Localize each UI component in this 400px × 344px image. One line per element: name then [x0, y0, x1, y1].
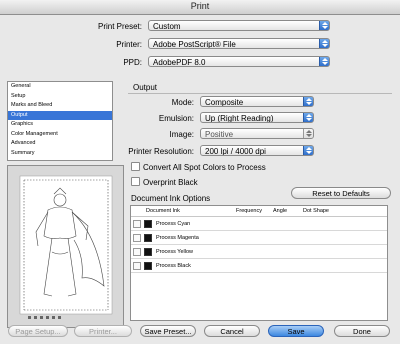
ink-name: Process Yellow [156, 249, 193, 255]
popup-arrows-icon [303, 113, 313, 122]
printer-button[interactable]: Printer... [74, 325, 132, 337]
popup-arrows-icon [319, 21, 329, 30]
ink-name: Process Black [156, 263, 191, 269]
print-preset-popup[interactable]: Custom [148, 20, 330, 31]
ink-options-title: Document Ink Options [131, 194, 211, 203]
overprint-black-label: Overprint Black [143, 178, 198, 187]
emulsion-popup[interactable]: Up (Right Reading) [200, 112, 314, 123]
printer-icon[interactable] [133, 248, 141, 256]
overprint-black-checkbox[interactable]: Overprint Black [131, 177, 198, 187]
printer-resolution-popup[interactable]: 200 lpi / 4000 dpi [200, 145, 314, 156]
image-popup[interactable]: Positive [200, 128, 314, 139]
category-item-output[interactable]: Output [8, 110, 112, 120]
done-button[interactable]: Done [334, 325, 390, 337]
ppd-value: AdobePDF 8.0 [153, 58, 206, 67]
category-item-setup[interactable]: Setup [8, 92, 112, 102]
image-label: Image: [169, 130, 194, 139]
popup-arrows-icon [319, 57, 329, 66]
checkbox-box[interactable] [131, 162, 140, 171]
emulsion-value: Up (Right Reading) [205, 114, 274, 123]
category-item-summary[interactable]: Summary [8, 149, 112, 159]
convert-spot-colors-label: Convert All Spot Colors to Process [143, 163, 266, 172]
section-divider [128, 93, 392, 94]
ink-row[interactable]: Process Cyan [131, 217, 387, 231]
column-frequency[interactable]: Frequency [236, 208, 262, 214]
checkbox-box[interactable] [131, 177, 140, 186]
printer-popup[interactable]: Adobe PostScript® File [148, 38, 330, 49]
category-list[interactable]: General Setup Marks and Bleed Output Gra… [7, 81, 113, 161]
window-title: Print [190, 1, 210, 11]
printer-resolution-value: 200 lpi / 4000 dpi [205, 147, 266, 156]
print-preset-label: Print Preset: [97, 22, 142, 31]
popup-arrows-icon [319, 39, 329, 48]
cancel-button[interactable]: Cancel [204, 325, 260, 337]
printer-icon[interactable] [133, 234, 141, 242]
ppd-label: PPD: [123, 58, 142, 67]
convert-spot-colors-checkbox[interactable]: Convert All Spot Colors to Process [131, 162, 266, 172]
printer-resolution-label: Printer Resolution: [128, 147, 194, 156]
ink-swatch-icon [144, 220, 152, 228]
reset-to-defaults-button[interactable]: Reset to Defaults [291, 187, 391, 199]
preview-page-image [19, 175, 113, 319]
ink-swatch-icon [144, 262, 152, 270]
printer-icon[interactable] [133, 220, 141, 228]
column-angle[interactable]: Angle [273, 208, 287, 214]
print-preset-value: Custom [153, 22, 181, 31]
category-item-marks-and-bleed[interactable]: Marks and Bleed [8, 101, 112, 111]
popup-arrows-icon [303, 129, 313, 138]
ink-table[interactable]: Document Ink Frequency Angle Dot Shape P… [130, 205, 388, 321]
category-item-general[interactable]: General [8, 82, 112, 92]
emulsion-label: Emulsion: [158, 114, 194, 123]
print-preview [7, 165, 124, 328]
category-item-advanced[interactable]: Advanced [8, 139, 112, 149]
mode-value: Composite [205, 98, 244, 107]
printer-icon[interactable] [133, 262, 141, 270]
window-titlebar: Print [0, 0, 400, 15]
mode-popup[interactable]: Composite [200, 96, 314, 107]
ink-row[interactable]: Process Black [131, 259, 387, 273]
ppd-popup[interactable]: AdobePDF 8.0 [148, 56, 330, 67]
printer-label: Printer: [116, 40, 142, 49]
image-value: Positive [205, 130, 234, 139]
section-title: Output [133, 83, 158, 92]
ink-swatch-icon [144, 234, 152, 242]
ink-name: Process Magenta [156, 235, 199, 241]
ink-row[interactable]: Process Yellow [131, 245, 387, 259]
popup-arrows-icon [303, 97, 313, 106]
save-preset-button[interactable]: Save Preset... [140, 325, 196, 337]
column-dot-shape[interactable]: Dot Shape [303, 208, 329, 214]
column-ink[interactable]: Document Ink [146, 208, 180, 214]
popup-arrows-icon [303, 146, 313, 155]
category-item-color-management[interactable]: Color Management [8, 130, 112, 140]
ink-swatch-icon [144, 248, 152, 256]
save-button[interactable]: Save [268, 325, 324, 337]
ink-table-header: Document Ink Frequency Angle Dot Shape [131, 206, 387, 217]
ink-name: Process Cyan [156, 221, 191, 227]
ink-row[interactable]: Process Magenta [131, 231, 387, 245]
page-setup-button[interactable]: Page Setup... [8, 325, 68, 337]
mode-label: Mode: [171, 98, 194, 107]
category-item-graphics[interactable]: Graphics [8, 120, 112, 130]
printer-value: Adobe PostScript® File [153, 40, 236, 49]
